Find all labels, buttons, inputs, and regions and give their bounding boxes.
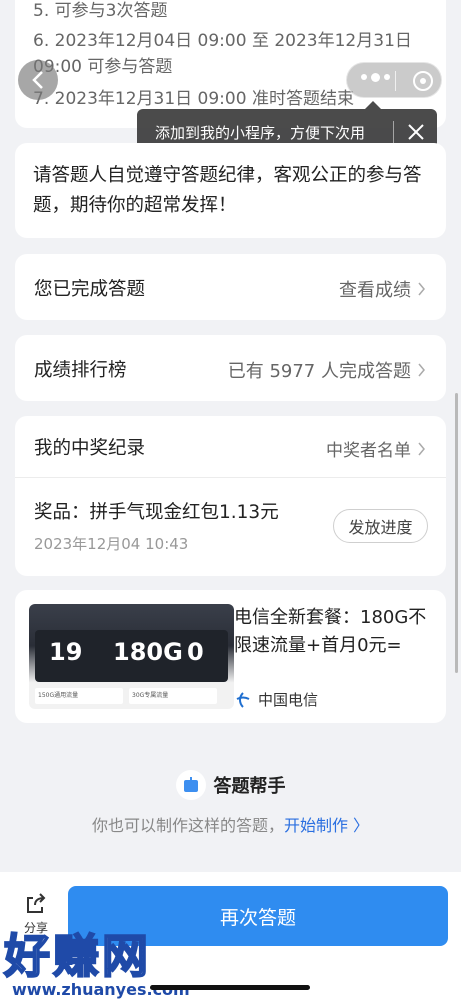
rule-line-7: 7. 2023年12月31日 09:00 准时答题结束 (33, 89, 354, 109)
close-icon[interactable] (403, 119, 429, 145)
completed-label: 您已完成答题 (34, 279, 146, 300)
chevron-right-icon (418, 442, 425, 455)
chevron-right-icon (418, 363, 425, 377)
tooltip-text: 添加到我的小程序，方便下次用 (155, 124, 366, 142)
home-indicator (150, 985, 310, 990)
quiz-helper-icon (175, 770, 206, 800)
completed-row[interactable]: 您已完成答题 查看成绩 (15, 254, 446, 320)
watermark-text: 好赚网 (3, 928, 151, 984)
rule-line-5: 5. 可参与3次答题 (33, 1, 168, 21)
ad-img-strip-2: 30G专属流量 (129, 688, 217, 704)
prize-header: 我的中奖纪录 (34, 438, 146, 459)
start-creating-link[interactable]: 开始制作 〉 (284, 816, 369, 835)
helper-subtitle: 你也可以制作这样的答题， (91, 816, 284, 835)
close-program-icon[interactable] (413, 71, 433, 91)
more-icon[interactable] (361, 73, 390, 82)
ad-text: 电信全新套餐：180G不限速流量+首月0元= (234, 607, 427, 656)
ranking-row[interactable]: 成绩排行榜 已有 5977 人完成答题 (15, 335, 446, 401)
mini-program-capsule (346, 62, 442, 98)
prize-time: 2023年12月04 10:43 (34, 535, 189, 553)
helper-title: 答题帮手 (213, 776, 286, 797)
rule-line-6: 6. 2023年12月04日 09:00 至 2023年12月31日 (33, 31, 412, 51)
ad-img-price: 19 (49, 638, 83, 666)
back-button[interactable] (18, 60, 58, 100)
notice-card: 请答题人自觉遵守答题纪律，客观公正的参与答题，期待你的超常发挥！ (15, 143, 446, 238)
quiz-helper: 答题帮手 你也可以制作这样的答题，开始制作 〉 (0, 770, 461, 836)
chevron-right-icon (418, 282, 425, 296)
ranking-label: 成绩排行榜 (34, 360, 127, 381)
scrollbar[interactable] (455, 393, 458, 673)
notice-text: 请答题人自觉遵守答题纪律，客观公正的参与答题，期待你的超常发挥！ (33, 165, 422, 216)
ad-card[interactable]: 19 180G 0 150G通用流量 30G专属流量 电信全新套餐：180G不限… (15, 590, 446, 723)
prize-record-card: 我的中奖纪录 中奖者名单 奖品：拼手气现金红包1.13元 2023年12月04 … (15, 416, 446, 576)
china-telecom-logo-icon (236, 691, 250, 708)
chevron-left-icon (32, 71, 43, 89)
prize-name: 奖品：拼手气现金红包1.13元 (34, 502, 279, 523)
progress-button[interactable]: 发放进度 (333, 509, 428, 543)
share-icon (27, 893, 46, 913)
ranking-summary[interactable]: 已有 5977 人完成答题 (228, 357, 411, 383)
ad-img-first: 0 (187, 638, 204, 666)
ad-brand-name: 中国电信 (258, 691, 319, 709)
ad-image: 19 180G 0 150G通用流量 30G专属流量 (29, 604, 234, 709)
winners-list-link[interactable]: 中奖者名单 (326, 436, 426, 461)
ad-img-data: 180G (113, 638, 183, 666)
view-score-link[interactable]: 查看成绩 (339, 276, 411, 302)
winners-list-label: 中奖者名单 (326, 441, 411, 461)
ad-img-strip-1: 150G通用流量 (35, 688, 123, 704)
